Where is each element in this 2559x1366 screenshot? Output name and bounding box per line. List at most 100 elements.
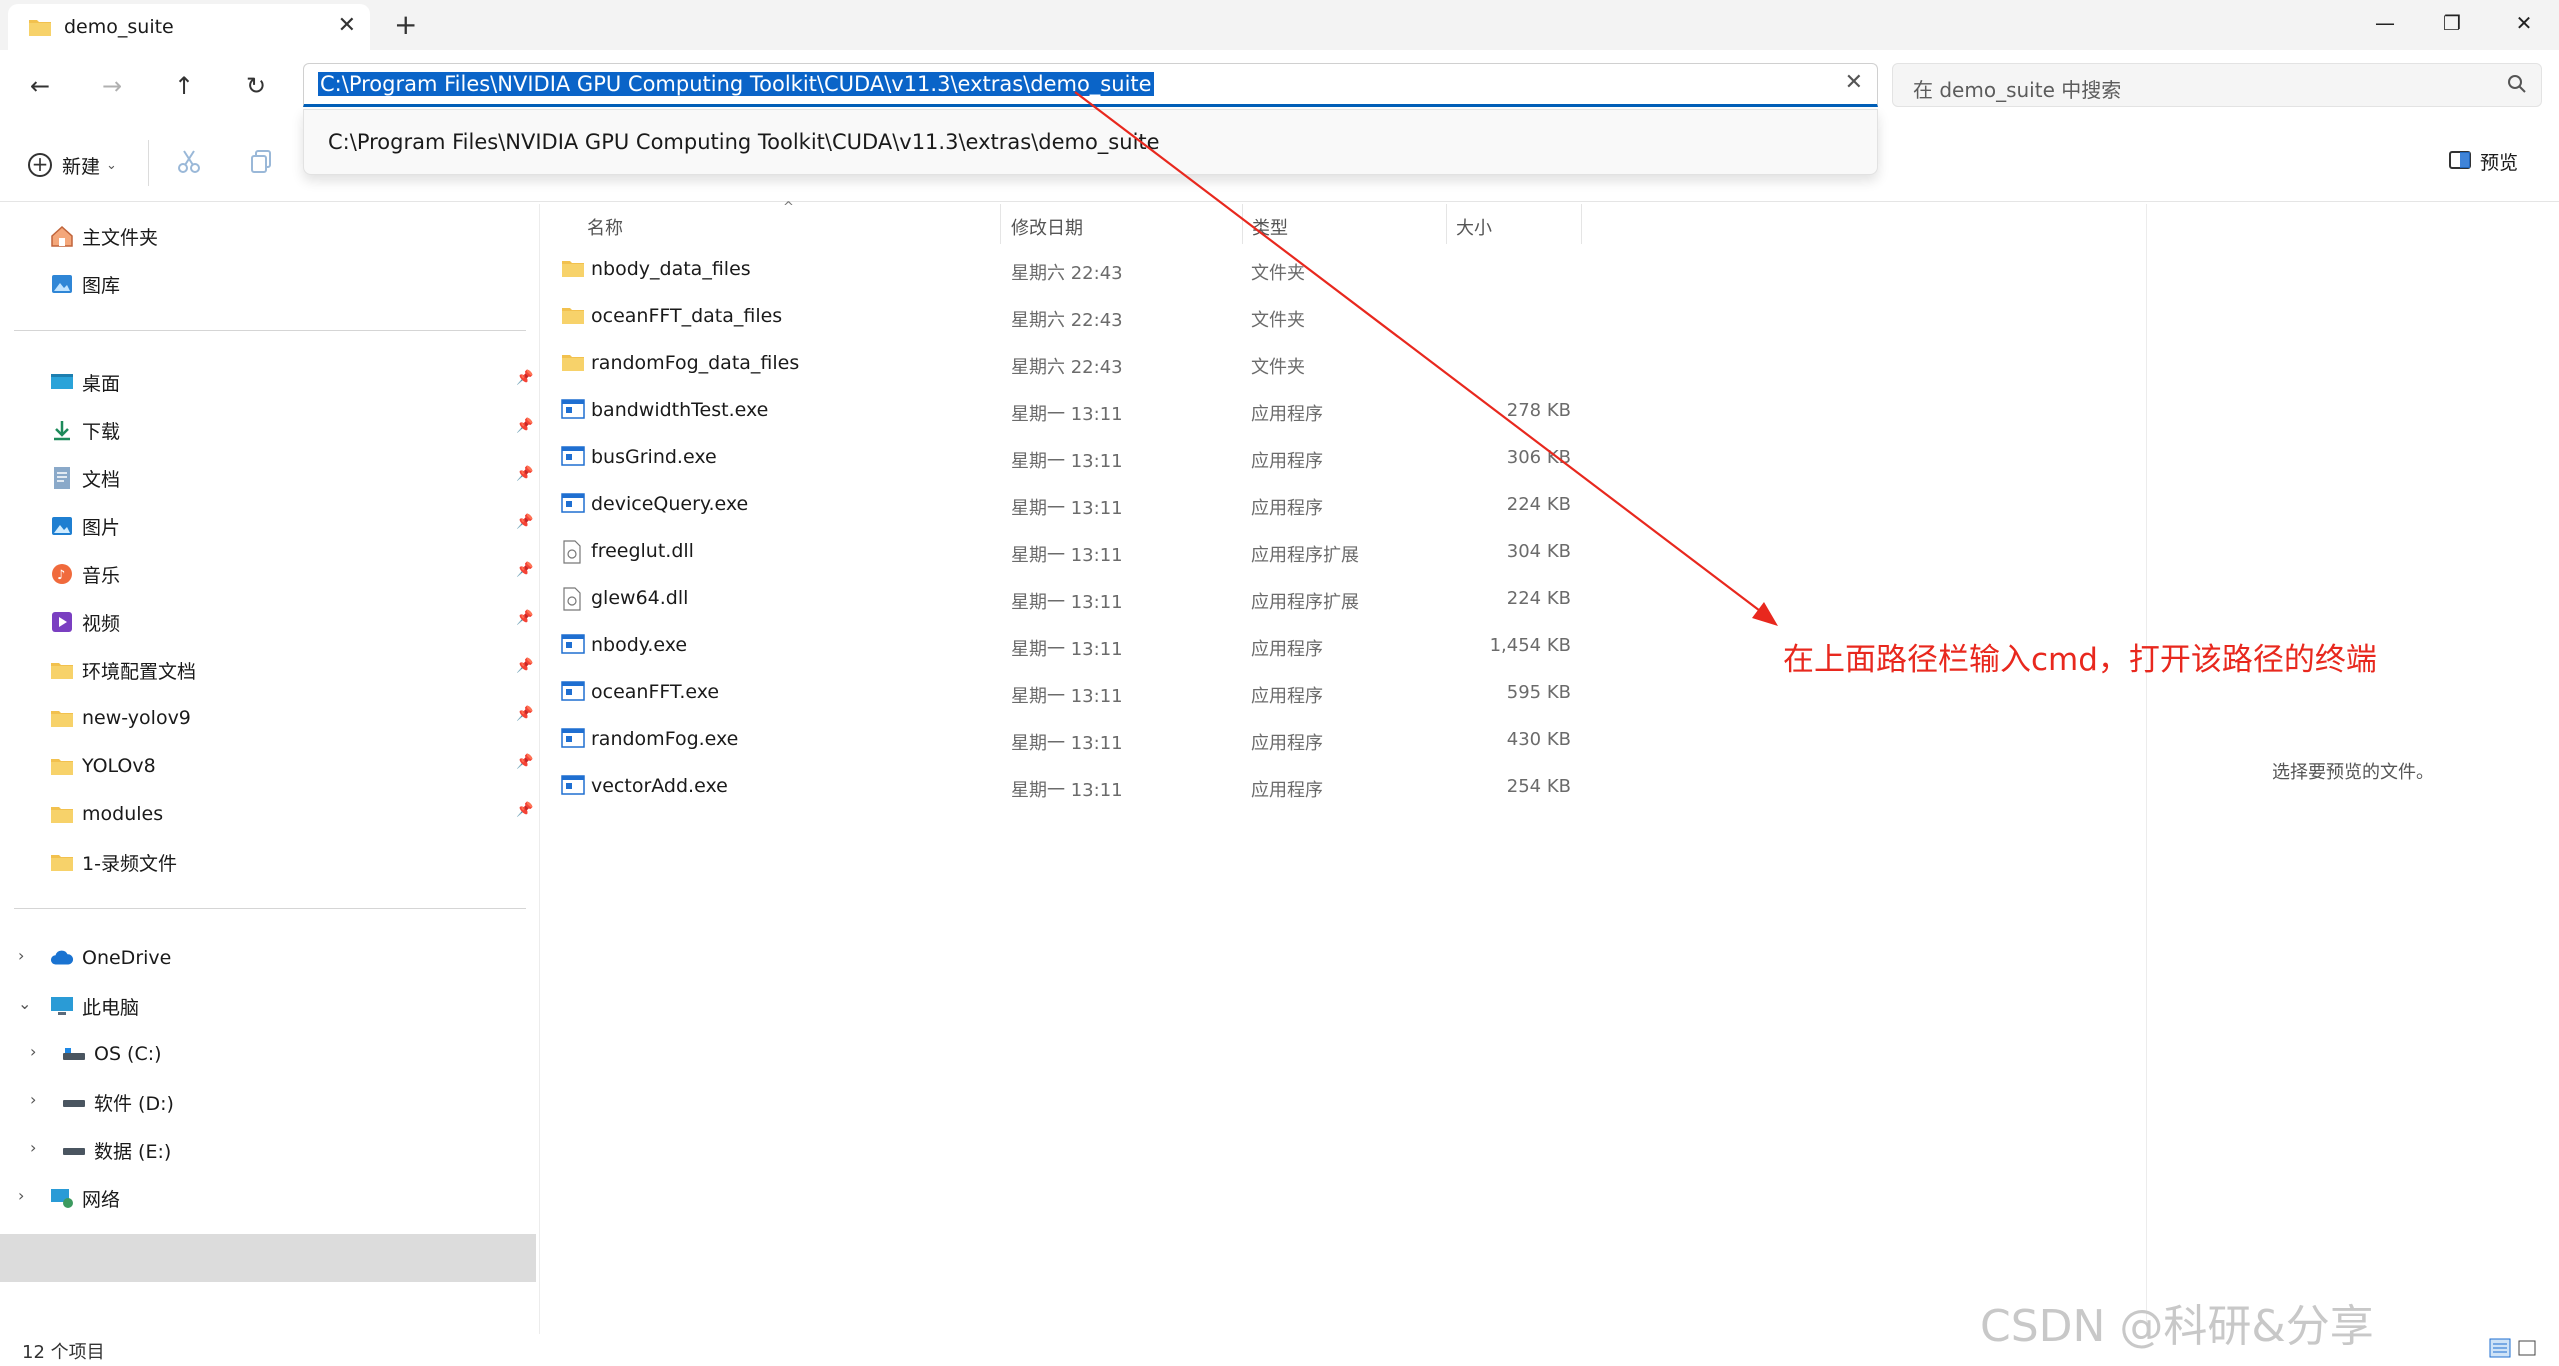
chevron-right-icon[interactable]: ›	[18, 1186, 24, 1205]
forward-button[interactable]: →	[92, 68, 132, 104]
chevron-down-icon: ⌄	[106, 157, 117, 173]
chevron-right-icon[interactable]: ›	[30, 1138, 36, 1157]
sidebar-item-label: 数据 (E:)	[94, 1140, 172, 1163]
sidebar-item-documents[interactable]: 文档	[50, 456, 120, 500]
pin-icon[interactable]: 📌	[516, 802, 533, 818]
file-type: 应用程序	[1251, 686, 1323, 707]
sidebar-item-desktop[interactable]: 桌面	[50, 360, 120, 404]
column-header-type[interactable]: 类型	[1252, 214, 1288, 240]
copy-icon[interactable]	[248, 148, 274, 178]
tab-demo-suite[interactable]: demo_suite ✕	[8, 4, 370, 50]
sidebar-item-videos[interactable]: 视频	[50, 600, 120, 644]
new-tab-button[interactable]: +	[394, 8, 417, 41]
file-row[interactable]: nbody_data_files 星期六 22:43 文件夹	[561, 246, 2121, 292]
sidebar-item-gallery[interactable]: 图库	[50, 262, 120, 306]
back-button[interactable]: ←	[20, 68, 60, 104]
pin-icon[interactable]: 📌	[516, 754, 533, 770]
file-name: bandwidthTest.exe	[591, 399, 769, 421]
column-divider[interactable]	[1000, 204, 1001, 244]
watermark: CSDN @科研&分享	[1980, 1301, 2374, 1352]
details-view-icon[interactable]	[2489, 1338, 2511, 1362]
sidebar-item-this-pc[interactable]: 此电脑	[50, 984, 139, 1028]
column-divider[interactable]	[1446, 204, 1447, 244]
chevron-right-icon[interactable]: ›	[18, 946, 24, 965]
preview-button-label: 预览	[2480, 152, 2519, 174]
file-row[interactable]: randomFog_data_files 星期六 22:43 文件夹	[561, 340, 2121, 386]
file-date: 星期一 13:11	[1011, 639, 1123, 660]
preview-pane-icon	[2448, 149, 2472, 175]
dll-icon	[561, 540, 583, 568]
file-name: freeglut.dll	[591, 540, 694, 562]
refresh-button[interactable]: ↻	[236, 68, 276, 104]
sidebar-item-downloads[interactable]: 下载	[50, 408, 120, 452]
restore-button[interactable]: ❐	[2422, 5, 2482, 41]
file-row[interactable]: deviceQuery.exe 星期一 13:11 应用程序 224 KB	[561, 481, 2121, 527]
exe-icon	[561, 775, 585, 799]
search-input[interactable]: 在 demo_suite 中搜索	[1913, 74, 2121, 103]
sidebar-item-drive-e[interactable]: 数据 (E:)	[62, 1128, 171, 1172]
sidebar-item-recordings[interactable]: 1-录频文件	[50, 840, 177, 884]
sidebar-item-music[interactable]: ♪ 音乐	[50, 552, 120, 596]
preview-button[interactable]: 预览	[2448, 148, 2518, 175]
sidebar-item-new-yolov9[interactable]: new-yolov9	[50, 696, 191, 740]
column-divider[interactable]	[1242, 204, 1243, 244]
pin-icon[interactable]: 📌	[516, 706, 533, 722]
column-header-name[interactable]: 名称	[587, 214, 623, 240]
sidebar-item-pictures[interactable]: 图片	[50, 504, 120, 548]
tiles-view-icon[interactable]	[2517, 1338, 2539, 1362]
address-input[interactable]: C:\Program Files\NVIDIA GPU Computing To…	[318, 72, 1154, 96]
desktop-icon	[50, 370, 74, 394]
file-row[interactable]: glew64.dll 星期一 13:11 应用程序扩展 224 KB	[561, 575, 2121, 621]
file-row[interactable]: busGrind.exe 星期一 13:11 应用程序 306 KB	[561, 434, 2121, 480]
cloud-icon	[50, 946, 74, 970]
pin-icon[interactable]: 📌	[516, 562, 533, 578]
exe-icon	[561, 493, 585, 517]
sidebar-item-env-docs[interactable]: 环境配置文档	[50, 648, 196, 692]
file-type: 应用程序扩展	[1251, 592, 1359, 613]
file-size: 304 KB	[1506, 541, 1571, 562]
column-divider[interactable]	[1581, 204, 1582, 244]
file-row[interactable]: vectorAdd.exe 星期一 13:11 应用程序 254 KB	[561, 763, 2121, 809]
close-window-button[interactable]: ✕	[2494, 5, 2554, 41]
address-suggestions: C:\Program Files\NVIDIA GPU Computing To…	[303, 109, 1878, 175]
file-row[interactable]: randomFog.exe 星期一 13:11 应用程序 430 KB	[561, 716, 2121, 762]
pin-icon[interactable]: 📌	[516, 514, 533, 530]
dll-icon	[561, 587, 583, 615]
minimize-button[interactable]: —	[2355, 5, 2415, 41]
title-bar: demo_suite ✕ + — ❐ ✕	[0, 0, 2559, 50]
file-row[interactable]: freeglut.dll 星期一 13:11 应用程序扩展 304 KB	[561, 528, 2121, 574]
search-box[interactable]: 在 demo_suite 中搜索	[1892, 63, 2542, 107]
clear-address-icon[interactable]: ✕	[1845, 70, 1863, 95]
pin-icon[interactable]: 📌	[516, 610, 533, 626]
sidebar-item-label: YOLOv8	[82, 755, 156, 777]
chevron-right-icon[interactable]: ›	[30, 1042, 36, 1061]
pin-icon[interactable]: 📌	[516, 418, 533, 434]
up-button[interactable]: ↑	[164, 68, 204, 104]
address-bar[interactable]: C:\Program Files\NVIDIA GPU Computing To…	[303, 63, 1878, 107]
tab-close-icon[interactable]: ✕	[338, 13, 356, 38]
chevron-down-icon[interactable]: ⌄	[18, 994, 31, 1013]
file-type: 应用程序	[1251, 451, 1323, 472]
pin-icon[interactable]: 📌	[516, 466, 533, 482]
sidebar-item-yolov8[interactable]: YOLOv8	[50, 744, 156, 788]
sidebar-item-drive-c[interactable]: OS (C:)	[62, 1032, 162, 1076]
chevron-right-icon[interactable]: ›	[30, 1090, 36, 1109]
column-header-size[interactable]: 大小	[1456, 214, 1492, 240]
pin-icon[interactable]: 📌	[516, 658, 533, 674]
file-size: 278 KB	[1506, 400, 1571, 421]
new-button[interactable]: + 新建 ⌄	[28, 146, 117, 184]
sidebar-item-home[interactable]: 主文件夹	[50, 214, 158, 258]
file-type: 应用程序	[1251, 639, 1323, 660]
sidebar-item-drive-d[interactable]: 软件 (D:)	[62, 1080, 174, 1124]
sidebar-item-modules[interactable]: modules	[50, 792, 163, 836]
sidebar-item-onedrive[interactable]: OneDrive	[50, 936, 171, 980]
cut-icon[interactable]	[176, 148, 202, 178]
search-icon[interactable]	[2507, 74, 2527, 98]
column-header-date[interactable]: 修改日期	[1011, 214, 1083, 240]
pin-icon[interactable]: 📌	[516, 370, 533, 386]
file-row[interactable]: bandwidthTest.exe 星期一 13:11 应用程序 278 KB	[561, 387, 2121, 433]
sidebar-item-label: new-yolov9	[82, 707, 191, 729]
sidebar-item-network[interactable]: 网络	[50, 1176, 120, 1220]
address-suggestion-item[interactable]: C:\Program Files\NVIDIA GPU Computing To…	[328, 130, 1160, 154]
file-row[interactable]: oceanFFT_data_files 星期六 22:43 文件夹	[561, 293, 2121, 339]
